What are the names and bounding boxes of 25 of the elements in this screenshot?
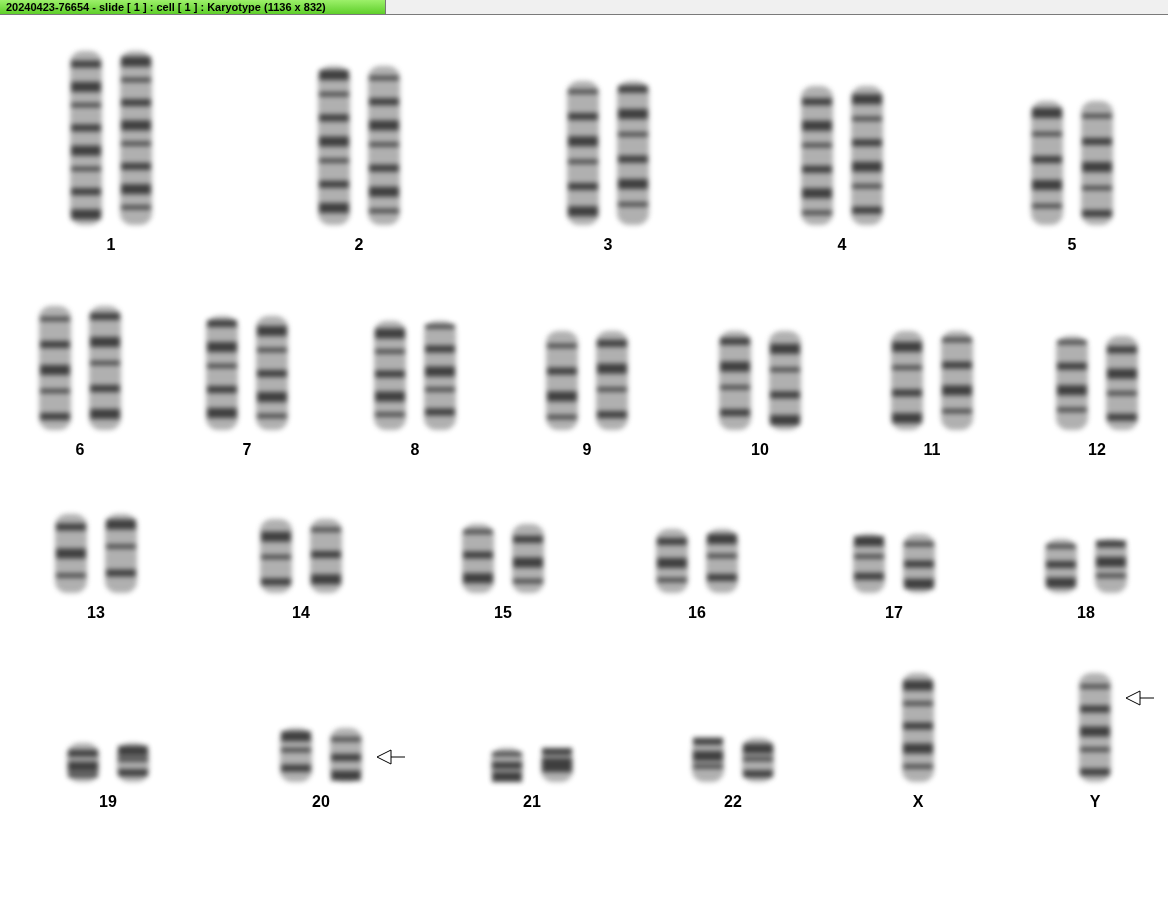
chromosome-label: 1: [106, 235, 116, 255]
chromosome-label: 9: [582, 440, 592, 460]
chromosome-label: 21: [523, 792, 541, 812]
chromosome-label: 19: [99, 792, 117, 812]
chromosome-label: 12: [1088, 440, 1106, 460]
chromosome-label: 7: [242, 440, 252, 460]
chromosome-label: 15: [494, 603, 512, 623]
chromosome-label: 2: [354, 235, 364, 255]
chromosome-label: 11: [923, 440, 941, 460]
chromosome-label: 4: [837, 235, 847, 255]
chromosome-label: 10: [751, 440, 769, 460]
chromosome-label: Y: [1089, 792, 1101, 812]
chromosome-label: 6: [75, 440, 85, 460]
chromosome-label: 3: [603, 235, 613, 255]
chromosome-label: 16: [688, 603, 706, 623]
window-title: 20240423-76654 - slide [ 1 ] : cell [ 1 ] : Karyotype (1136 x 832): [0, 0, 386, 14]
chromosome-label: 18: [1077, 603, 1095, 623]
chromosome-label: 8: [410, 440, 420, 460]
chromosome-label: 5: [1067, 235, 1077, 255]
chromosome-label: 14: [292, 603, 310, 623]
chromosome-label: 20: [312, 792, 330, 812]
chromosome-label: 22: [724, 792, 742, 812]
chromosome-label: 17: [885, 603, 903, 623]
chromosome-label: X: [912, 792, 924, 812]
chromosome-label: 13: [87, 603, 105, 623]
